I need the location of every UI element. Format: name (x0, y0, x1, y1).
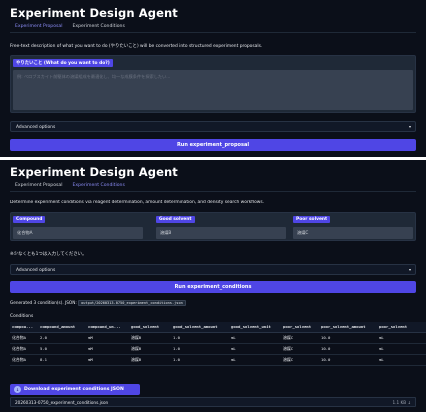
input-block: やりたいこと (What do you want to do?) 例: ペロブス… (10, 55, 416, 113)
experiment-conditions-panel: Experiment Design Agent Experiment Propo… (0, 160, 426, 412)
table-cell: mL (377, 332, 426, 344)
tab-divider (10, 191, 416, 192)
column-header[interactable]: poor_solvent (377, 322, 426, 333)
column-header[interactable]: good_solvent_amount (171, 322, 229, 333)
column-header[interactable]: compound_un... (86, 322, 129, 333)
table-cell: 1.0 (171, 343, 229, 355)
table-cell: mL (229, 354, 281, 366)
compound-field-group: Compound 化合物A (13, 213, 147, 242)
table-cell: 化合物A (10, 354, 38, 366)
table-row: 化合物A 5.0 mM 溶媒B 1.0 mL 溶媒C 10.0 mL (10, 343, 426, 355)
table-cell: 溶媒B (129, 332, 171, 344)
good-solvent-field-group: Good solvent 溶媒B (156, 213, 290, 242)
file-download-row[interactable]: 20260313-0750_experiment_conditions.json… (10, 397, 416, 407)
compound-input[interactable]: 化合物A (13, 227, 143, 239)
page-description: Free-text description of what you want t… (10, 44, 263, 49)
download-icon: ↓ (14, 386, 21, 393)
advanced-options-accordion[interactable]: Advanced options ▾ (10, 121, 416, 132)
tab-divider (10, 32, 416, 33)
poor-solvent-field-group: Poor solvent 溶媒C (293, 213, 415, 242)
good-solvent-label: Good solvent (156, 216, 195, 223)
table-cell: mL (229, 332, 281, 344)
reagent-fields-block: Compound 化合物A Good solvent 溶媒B Poor solv… (10, 212, 416, 241)
table-cell: 溶媒C (281, 332, 319, 344)
experiment-proposal-panel: Experiment Design Agent Experiment Propo… (0, 0, 426, 157)
poor-solvent-input[interactable]: 溶媒C (293, 227, 413, 239)
what-to-do-textarea[interactable]: 例: ペロブスカイト前駆体の溶媒組成を最適化し、均一な成膜条件を探索したい... (13, 70, 413, 110)
table-cell: mL (377, 354, 426, 366)
output-path: output/20260313-0750_experiment_conditio… (78, 300, 186, 306)
advanced-options-accordion[interactable]: Advanced options ▾ (10, 264, 416, 275)
column-header[interactable]: good_solvent_unit (229, 322, 281, 333)
table-row: 化合物A 8.1 mM 溶媒B 1.0 mL 溶媒C 10.0 mL (10, 354, 426, 366)
input-label: やりたいこと (What do you want to do?) (13, 59, 113, 67)
table-cell: 1.0 (171, 354, 229, 366)
table-cell: 2.0 (38, 332, 86, 344)
app-title: Experiment Design Agent (10, 6, 178, 20)
table-row: 化合物A 2.0 mM 溶媒B 1.0 mL 溶媒C 10.0 mL (10, 332, 426, 344)
table-header-row: compou... compound_amount compound_un...… (10, 322, 426, 333)
table-cell: 10.0 (319, 354, 377, 366)
table-cell: 溶媒C (281, 354, 319, 366)
caret-down-icon: ▾ (408, 267, 411, 272)
table-cell: 化合物A (10, 343, 38, 355)
table-cell: mL (377, 343, 426, 355)
table-cell: 溶媒B (129, 354, 171, 366)
conditions-label: Conditions (10, 314, 34, 319)
run-experiment-conditions-button[interactable]: Run experiment_conditions (10, 281, 416, 293)
table-cell: 10.0 (319, 332, 377, 344)
table-cell: 化合物A (10, 332, 38, 344)
table-cell: 10.0 (319, 343, 377, 355)
table-cell: mL (229, 343, 281, 355)
table-cell: 5.0 (38, 343, 86, 355)
advanced-options-label: Advanced options (16, 125, 56, 130)
column-header[interactable]: compou... (10, 322, 38, 333)
good-solvent-input[interactable]: 溶媒B (156, 227, 286, 239)
app-title: Experiment Design Agent (10, 165, 178, 179)
file-size: 1.1 KB ↓ (392, 400, 411, 405)
table-cell: 8.1 (38, 354, 86, 366)
table-cell: 1.0 (171, 332, 229, 344)
column-header[interactable]: poor_solvent_amount (319, 322, 377, 333)
column-header[interactable]: compound_amount (38, 322, 86, 333)
column-header[interactable]: poor_solvent (281, 322, 319, 333)
poor-solvent-label: Poor solvent (293, 216, 331, 223)
advanced-options-label: Advanced options (16, 268, 56, 273)
table-cell: 溶媒C (281, 343, 319, 355)
table-cell: 溶媒B (129, 343, 171, 355)
table-cell: mM (86, 332, 129, 344)
generated-status-text: Generated 3 condition(s). JSON: (10, 300, 77, 305)
download-json-button[interactable]: ↓ Download experiment conditions JSON (10, 384, 140, 395)
generated-status: Generated 3 condition(s). JSON: output/2… (10, 300, 186, 306)
compound-label: Compound (13, 216, 46, 223)
download-button-label: Download experiment conditions JSON (24, 387, 124, 392)
file-name: 20260313-0750_experiment_conditions.json (15, 400, 109, 405)
required-note: ※少なくとも1つは入力してください。 (10, 252, 87, 257)
table-cell: mM (86, 354, 129, 366)
column-header[interactable]: good_solvent (129, 322, 171, 333)
table-cell: mM (86, 343, 129, 355)
caret-down-icon: ▾ (408, 124, 411, 129)
run-experiment-proposal-button[interactable]: Run experiment_proposal (10, 139, 416, 151)
conditions-table: compou... compound_amount compound_un...… (10, 322, 426, 366)
page-description: Determine experiment conditions via reag… (10, 200, 265, 205)
